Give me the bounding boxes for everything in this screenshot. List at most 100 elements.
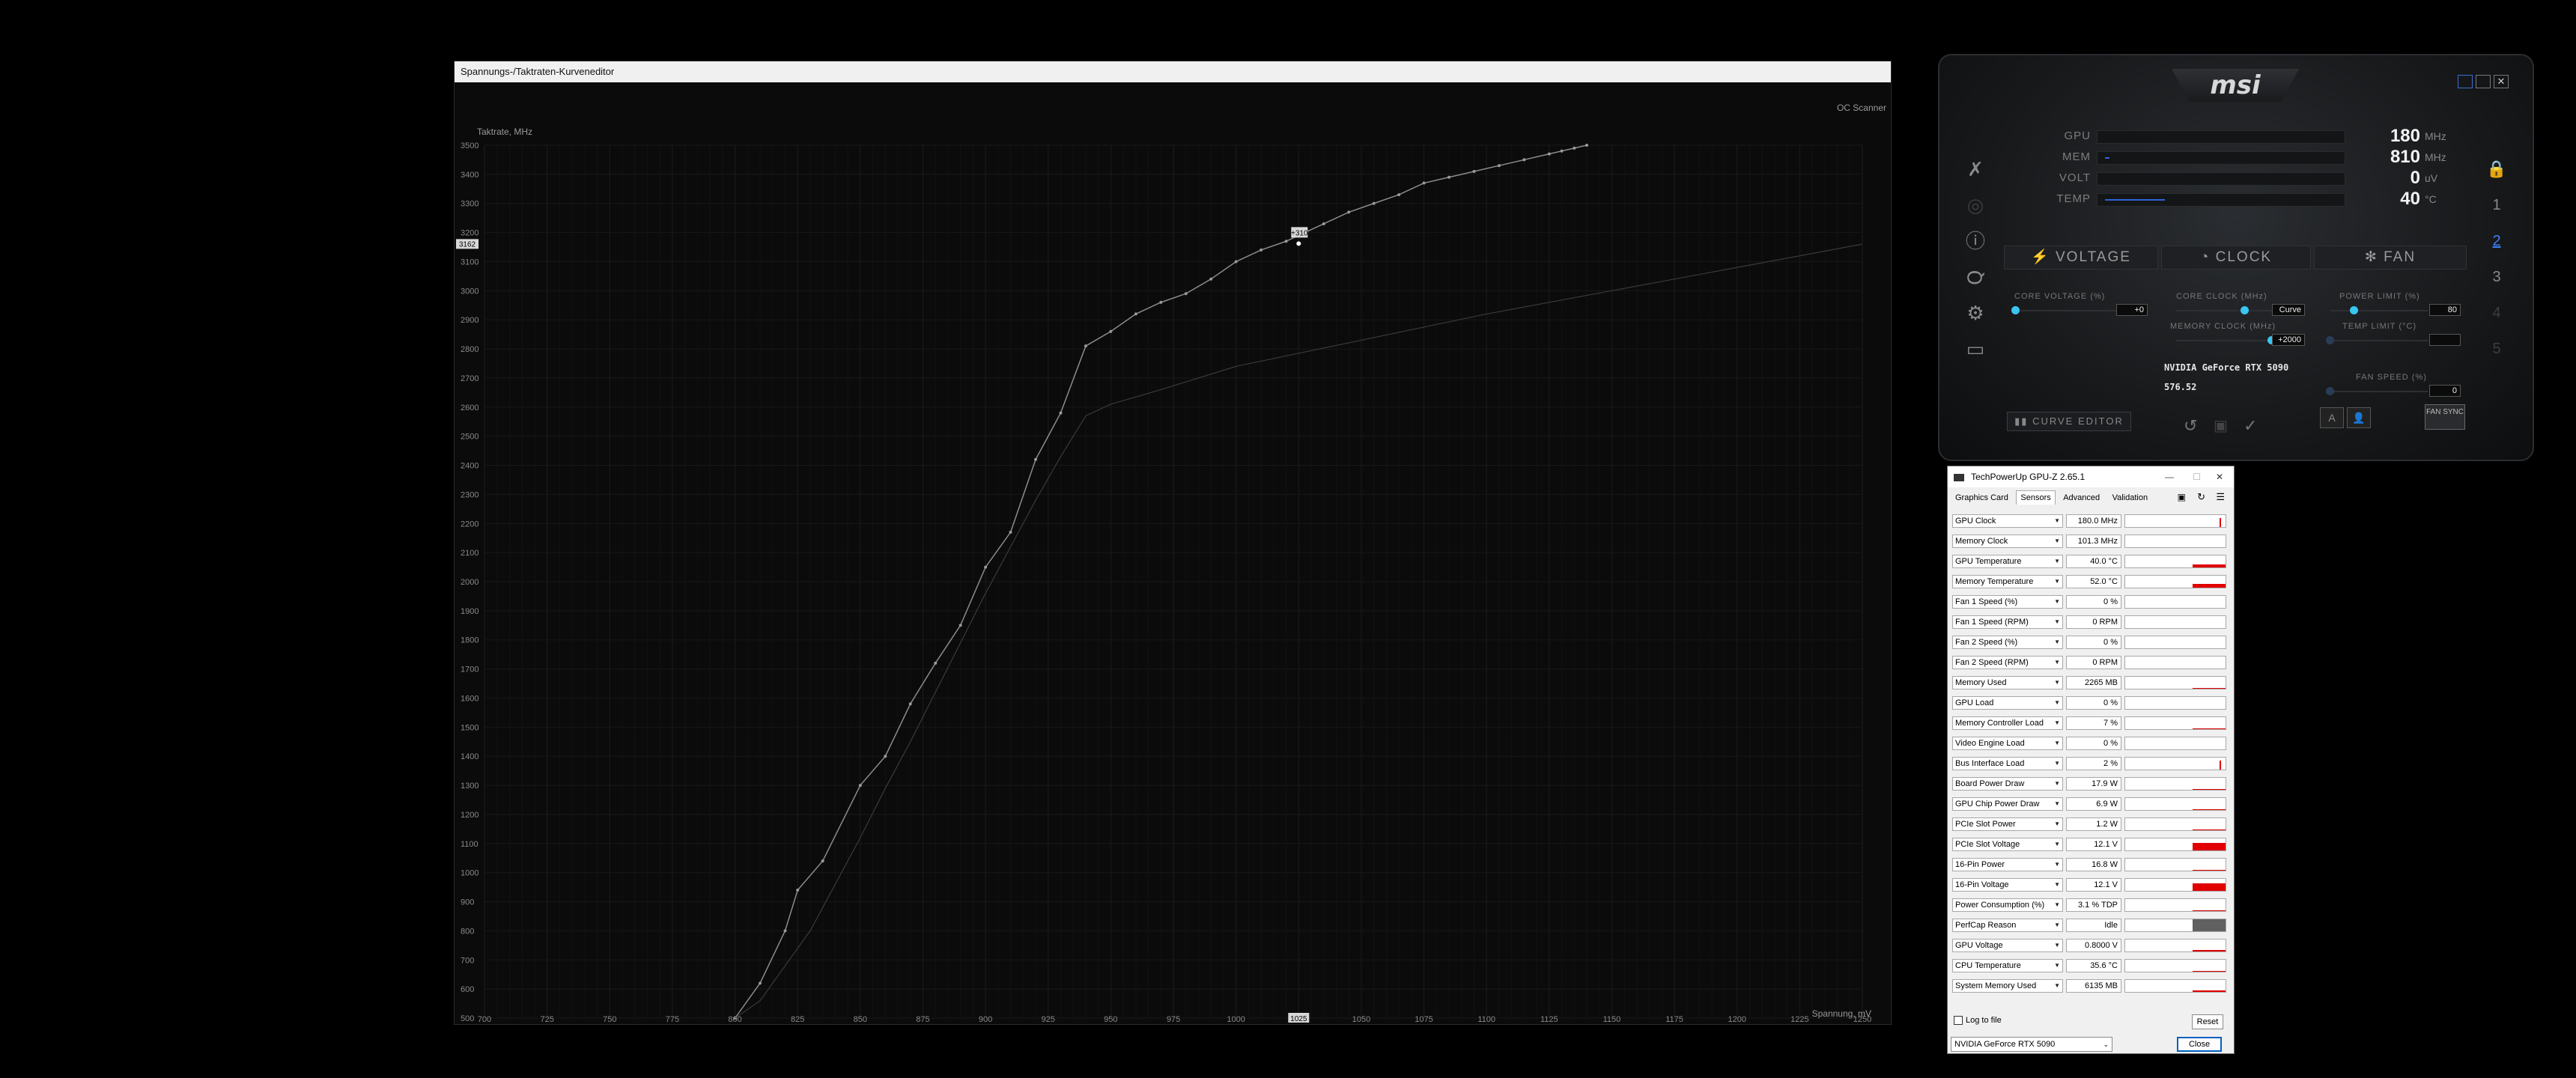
temp-limit-slider[interactable] [2330, 340, 2428, 341]
camera-icon[interactable]: ▣ [2178, 492, 2186, 502]
close-icon[interactable]: ✕ [2494, 75, 2509, 88]
gpuz-titlebar[interactable]: TechPowerUp GPU-Z 2.65.1 — ☐ ✕ [1948, 466, 2234, 487]
profile-2-button[interactable]: 2 [2474, 223, 2519, 259]
minimize-icon[interactable]: — [2165, 466, 2174, 487]
sensor-name[interactable]: GPU Clock ▼ [1952, 514, 2063, 528]
chevron-down-icon[interactable]: ▼ [2054, 758, 2060, 770]
temp-limit-knob[interactable] [2326, 336, 2334, 344]
profile-1-button[interactable]: 1 [2474, 187, 2519, 223]
chevron-down-icon[interactable]: ▼ [2054, 737, 2060, 749]
chevron-down-icon[interactable]: ▼ [2054, 576, 2060, 588]
core-voltage-input[interactable]: +0 [2116, 304, 2148, 316]
sensor-name[interactable]: Memory Clock ▼ [1952, 535, 2063, 548]
chevron-down-icon[interactable]: ▼ [2054, 717, 2060, 729]
power-limit-slider[interactable] [2330, 310, 2428, 311]
profile-4-button[interactable]: 4 [2474, 295, 2519, 331]
sensor-name[interactable]: Bus Interface Load ▼ [1952, 757, 2063, 770]
sensor-name[interactable]: PCIe Slot Voltage ▼ [1952, 838, 2063, 851]
fan-speed-knob[interactable] [2326, 387, 2334, 395]
fan-sync-button[interactable]: FAN SYNC [2425, 404, 2465, 430]
sensor-name[interactable]: GPU Voltage ▼ [1952, 939, 2063, 952]
core-clock-input[interactable]: Curve [2272, 304, 2305, 316]
monitor-icon[interactable]: ▭ [1953, 331, 1998, 367]
sensor-name[interactable]: Memory Controller Load ▼ [1952, 716, 2063, 730]
fan-auto-button[interactable]: A [2320, 407, 2344, 428]
gpu-select-dropdown[interactable]: NVIDIA GeForce RTX 5090 ⌄ [1951, 1037, 2112, 1052]
chevron-down-icon[interactable]: ▼ [2054, 697, 2060, 709]
sensor-name[interactable]: GPU Load ▼ [1952, 696, 2063, 710]
profile-5-button[interactable]: 5 [2474, 331, 2519, 367]
sensor-name[interactable]: Power Consumption (%) ▼ [1952, 898, 2063, 912]
sensor-name[interactable]: CPU Temperature ▼ [1952, 959, 2063, 972]
menu-icon[interactable]: ☰ [2216, 491, 2225, 503]
curve-editor-titlebar[interactable]: Spannungs-/Taktraten-Kurveneditor [455, 61, 1891, 82]
chevron-down-icon[interactable]: ▼ [2054, 818, 2060, 830]
sensor-name[interactable]: GPU Chip Power Draw ▼ [1952, 797, 2063, 811]
info-icon[interactable]: ⓘ [1953, 223, 1998, 259]
sensor-name[interactable]: Fan 1 Speed (RPM) ▼ [1952, 615, 2063, 629]
sensor-name[interactable]: Memory Temperature ▼ [1952, 575, 2063, 588]
chevron-down-icon[interactable]: ▼ [2054, 778, 2060, 790]
sensor-name[interactable]: Memory Used ▼ [1952, 676, 2063, 689]
tab-advanced[interactable]: Advanced [2059, 490, 2104, 505]
fan-speed-input[interactable]: 0 [2429, 385, 2461, 397]
profile-3-button[interactable]: 3 [2474, 259, 2519, 295]
reset-icon[interactable]: ↺ [2184, 416, 2197, 436]
save-icon[interactable]: ▣ [2214, 416, 2228, 435]
chevron-down-icon[interactable]: ▼ [2054, 515, 2060, 527]
memory-clock-input[interactable]: +2000 [2272, 334, 2305, 346]
chevron-down-icon[interactable]: ▼ [2054, 879, 2060, 891]
maximize-icon[interactable]: ☐ [2193, 466, 2201, 487]
checkbox-box[interactable] [1954, 1016, 1963, 1026]
sensor-name[interactable]: Fan 2 Speed (%) ▼ [1952, 636, 2063, 649]
close-icon[interactable]: ✕ [2216, 466, 2223, 487]
minimize-button[interactable] [2476, 75, 2491, 88]
chevron-down-icon[interactable]: ▼ [2054, 596, 2060, 608]
core-voltage-knob[interactable] [2011, 306, 2020, 314]
oc-scanner-icon[interactable]: ℺ [1953, 259, 1998, 295]
sensor-name[interactable]: Video Engine Load ▼ [1952, 737, 2063, 750]
sensor-name[interactable]: 16-Pin Voltage ▼ [1952, 878, 2063, 892]
memory-clock-slider[interactable] [2176, 340, 2273, 341]
chevron-down-icon[interactable]: ▼ [2054, 555, 2060, 567]
chevron-down-icon[interactable]: ▼ [2054, 616, 2060, 628]
user-icon[interactable]: 👤 [2347, 407, 2371, 428]
apply-check-icon[interactable]: ✓ [2244, 416, 2257, 436]
reset-button[interactable]: Reset [2192, 1014, 2223, 1029]
chevron-down-icon[interactable]: ▼ [2054, 838, 2060, 850]
chevron-down-icon[interactable]: ▼ [2054, 535, 2060, 547]
tab-sensors[interactable]: Sensors [2016, 490, 2056, 505]
settings-gear-icon[interactable]: ⚙ [1953, 295, 1998, 331]
tab-validation[interactable]: Validation [2108, 490, 2153, 505]
chevron-down-icon[interactable]: ▼ [2054, 677, 2060, 689]
log-to-file-checkbox[interactable]: Log to file [1954, 1016, 2002, 1026]
core-clock-slider[interactable] [2176, 310, 2273, 311]
skin-button[interactable] [2458, 75, 2473, 88]
sensor-name[interactable]: Fan 1 Speed (%) ▼ [1952, 595, 2063, 609]
core-clock-knob[interactable] [2241, 306, 2249, 314]
oc-scanner-button[interactable]: OC Scanner [1837, 103, 1886, 113]
sensor-name[interactable]: PCIe Slot Power ▼ [1952, 817, 2063, 831]
curve-editor-button[interactable]: ▮▮ CURVE EDITOR [2007, 412, 2131, 431]
power-limit-input[interactable]: 80 [2429, 304, 2461, 316]
fan-speed-slider[interactable] [2330, 391, 2428, 392]
chevron-down-icon[interactable]: ▼ [2054, 657, 2060, 669]
chevron-down-icon[interactable]: ▼ [2054, 919, 2060, 931]
chevron-down-icon[interactable]: ▼ [2054, 940, 2060, 951]
voltage-frequency-chart[interactable]: 700 725 750 775 800 825 850 875 900 925 950 975 1000… [455, 82, 1891, 1024]
tab-graphics-card[interactable]: Graphics Card [1951, 490, 2013, 505]
power-limit-knob[interactable] [2350, 306, 2358, 314]
chevron-down-icon[interactable]: ▼ [2054, 636, 2060, 648]
refresh-icon[interactable]: ↻ [2197, 491, 2205, 503]
chevron-down-icon[interactable]: ▼ [2054, 798, 2060, 810]
scanner-icon[interactable]: ◎ [1953, 187, 1998, 223]
lock-icon[interactable]: 🔒 [2474, 151, 2519, 187]
chevron-down-icon[interactable]: ▼ [2054, 960, 2060, 972]
chevron-down-icon[interactable]: ▼ [2054, 899, 2060, 911]
sensor-name[interactable]: 16-Pin Power ▼ [1952, 858, 2063, 871]
sensor-name[interactable]: GPU Temperature ▼ [1952, 555, 2063, 568]
chevron-down-icon[interactable]: ▼ [2054, 859, 2060, 871]
kombustor-icon[interactable]: ✗ [1953, 151, 1998, 187]
sensor-name[interactable]: PerfCap Reason ▼ [1952, 919, 2063, 932]
close-button[interactable]: Close [2177, 1037, 2222, 1052]
